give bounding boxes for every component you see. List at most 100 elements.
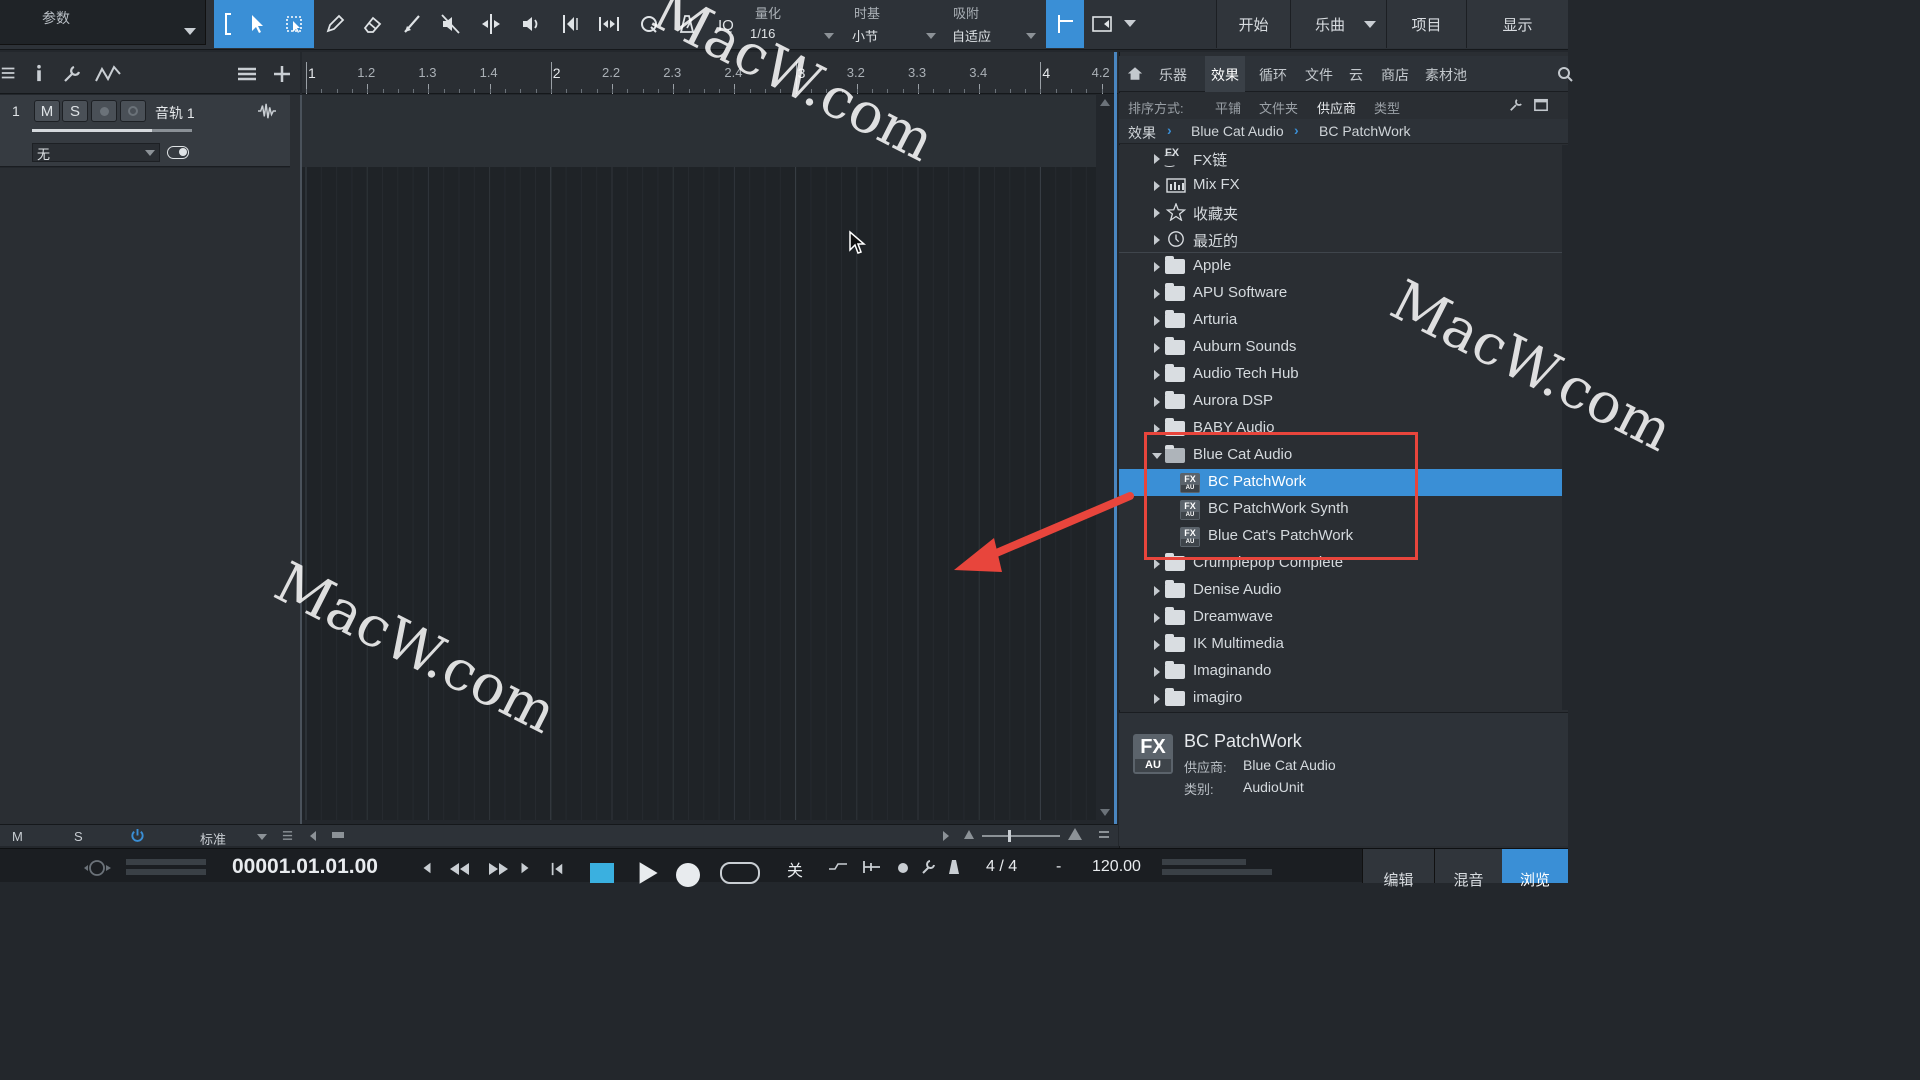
- precount-icon[interactable]: [828, 861, 848, 873]
- tree-item-vendor[interactable]: Apple: [1119, 253, 1562, 280]
- zoom-slider[interactable]: [982, 830, 1060, 842]
- track-name[interactable]: 音轨 1: [155, 103, 195, 123]
- mute-button[interactable]: M: [34, 100, 60, 122]
- chevron-down-icon[interactable]: [1124, 20, 1136, 27]
- panel-toggle-button[interactable]: [1090, 12, 1114, 36]
- params-panel[interactable]: 参数: [0, 0, 206, 45]
- snap-dropdown[interactable]: 自适应: [952, 26, 1040, 46]
- wrench-icon[interactable]: [62, 64, 82, 84]
- tree-item-fx-chains[interactable]: FX ⁐ FX链: [1119, 145, 1562, 172]
- list-icon[interactable]: [282, 830, 293, 841]
- breadcrumb-effects[interactable]: 效果: [1128, 123, 1156, 143]
- vertical-scrollbar[interactable]: [1096, 95, 1114, 820]
- expand-arrow-icon[interactable]: [1154, 181, 1160, 191]
- monitor-button[interactable]: [120, 100, 146, 122]
- play-icon[interactable]: [636, 861, 660, 885]
- breadcrumb-vendor[interactable]: Blue Cat Audio: [1191, 123, 1284, 139]
- listen-tool-button[interactable]: [516, 8, 546, 40]
- metronome-off-label[interactable]: 关: [787, 857, 803, 881]
- tree-item-vendor[interactable]: imagiro: [1119, 685, 1562, 710]
- expand-arrow-icon[interactable]: [1154, 397, 1160, 407]
- tab-effects[interactable]: 效果: [1211, 65, 1239, 85]
- monitor-toggle[interactable]: [167, 146, 189, 159]
- expand-arrow-icon[interactable]: [1154, 694, 1160, 704]
- eraser-tool-button[interactable]: [358, 8, 388, 40]
- tempo-display[interactable]: 120.00: [1092, 858, 1141, 876]
- loop-start-icon[interactable]: [550, 861, 564, 877]
- expand-arrow-icon[interactable]: [1154, 289, 1160, 299]
- scroll-up-icon[interactable]: [1100, 99, 1110, 106]
- zoom-in-icon[interactable]: [1068, 828, 1082, 840]
- record-arm-button[interactable]: [91, 100, 117, 122]
- pencil-tool-button[interactable]: [320, 8, 350, 40]
- params-dropdown-icon[interactable]: [184, 28, 196, 35]
- mode-dropdown[interactable]: 标准: [200, 829, 226, 848]
- scroll-down-icon[interactable]: [1100, 809, 1110, 816]
- mix-view-button[interactable]: 混音: [1434, 849, 1502, 889]
- expand-arrow-icon[interactable]: [1154, 208, 1160, 218]
- tree-item-recent[interactable]: 最近的: [1119, 226, 1562, 253]
- sort-folder[interactable]: 文件夹: [1259, 98, 1298, 117]
- nav-song-button[interactable]: 乐曲: [1290, 0, 1386, 48]
- zoom-out-icon[interactable]: [964, 830, 974, 839]
- tab-files[interactable]: 文件: [1305, 65, 1333, 85]
- scroll-right-icon[interactable]: [943, 831, 949, 841]
- edit-view-button[interactable]: 编辑: [1362, 849, 1434, 889]
- tab-shop[interactable]: 商店: [1381, 65, 1409, 85]
- home-icon[interactable]: [1127, 66, 1143, 81]
- bend-tool-button[interactable]: [556, 8, 586, 40]
- click-dot-icon[interactable]: [898, 863, 908, 873]
- expand-arrow-icon[interactable]: [1154, 262, 1160, 272]
- arrangement-view[interactable]: [302, 95, 1096, 820]
- fast-forward-icon[interactable]: [486, 861, 510, 877]
- breadcrumb-plugin[interactable]: BC PatchWork: [1319, 123, 1411, 139]
- tab-instruments[interactable]: 乐器: [1159, 65, 1187, 85]
- add-track-icon[interactable]: [272, 64, 292, 84]
- punch-icon[interactable]: [862, 859, 882, 875]
- expand-arrow-icon[interactable]: [1154, 640, 1160, 650]
- paint-tool-button[interactable]: [398, 8, 428, 40]
- time-signature[interactable]: 4 / 4: [986, 858, 1017, 876]
- horizontal-scroll-thumb[interactable]: [332, 832, 344, 838]
- sort-vendor[interactable]: 供应商: [1317, 98, 1356, 117]
- tab-cloud[interactable]: 云: [1349, 65, 1363, 85]
- expand-arrow-icon[interactable]: [1154, 667, 1160, 677]
- track-input-dropdown[interactable]: 无: [32, 143, 160, 162]
- automation-icon[interactable]: [94, 64, 124, 84]
- rewind-start-icon[interactable]: [420, 861, 434, 875]
- bracket-icon[interactable]: [214, 8, 244, 40]
- panel-divider[interactable]: [290, 95, 302, 824]
- tree-item-vendor[interactable]: Imaginando: [1119, 658, 1562, 685]
- click-settings-icon[interactable]: [920, 859, 936, 875]
- time-display[interactable]: 00001.01.01.00: [232, 855, 378, 879]
- record-button[interactable]: [676, 863, 700, 887]
- info-icon[interactable]: [30, 63, 48, 83]
- chevron-down-icon[interactable]: [257, 834, 267, 840]
- nav-project-button[interactable]: 项目: [1386, 0, 1466, 48]
- tab-loops[interactable]: 循环: [1259, 65, 1287, 85]
- metronome-icon[interactable]: [946, 859, 962, 875]
- search-icon[interactable]: [1557, 66, 1573, 82]
- expand-arrow-icon[interactable]: [1154, 370, 1160, 380]
- expand-arrow-icon[interactable]: [1154, 559, 1160, 569]
- tree-item-vendor[interactable]: Denise Audio: [1119, 577, 1562, 604]
- range-tool-button[interactable]: [280, 8, 310, 40]
- sort-flat[interactable]: 平铺: [1215, 98, 1241, 117]
- browser-scrollbar[interactable]: [1562, 145, 1568, 710]
- nav-show-button[interactable]: 显示: [1466, 0, 1568, 48]
- browser-tree[interactable]: FX ⁐ FX链 Mix FX 收藏夹 最近的 Apple APU Software…: [1119, 145, 1562, 710]
- expand-arrow-icon[interactable]: [1154, 586, 1160, 596]
- expand-arrow-icon[interactable]: [1154, 154, 1160, 164]
- sync-icon[interactable]: [84, 858, 114, 878]
- menu-lines-icon[interactable]: [0, 64, 18, 82]
- loop-button[interactable]: [720, 862, 760, 884]
- tab-pool[interactable]: 素材池: [1425, 65, 1467, 85]
- tree-item-vendor[interactable]: Dreamwave: [1119, 604, 1562, 631]
- rewind-icon[interactable]: [448, 861, 472, 877]
- power-icon[interactable]: [130, 828, 145, 843]
- expand-arrow-icon[interactable]: [1154, 235, 1160, 245]
- waveform-icon[interactable]: [256, 102, 278, 120]
- solo-button[interactable]: S: [62, 100, 88, 122]
- track-list-icon[interactable]: [236, 64, 258, 84]
- expand-arrow-icon[interactable]: [1154, 343, 1160, 353]
